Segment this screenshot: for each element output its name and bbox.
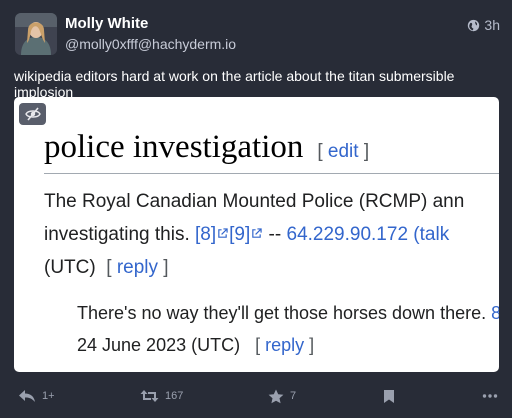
status-timestamp[interactable]: 3h bbox=[467, 17, 500, 33]
bracket-close: ] bbox=[309, 335, 315, 355]
bookmark-icon bbox=[384, 389, 394, 403]
reply-link-2: reply bbox=[265, 335, 305, 355]
dash: -- bbox=[263, 224, 287, 245]
external-link-icon bbox=[218, 228, 228, 238]
status-action-bar: 1+ 167 7 bbox=[0, 382, 512, 410]
ref-8: [8] bbox=[195, 224, 217, 245]
bracket-open: [ bbox=[317, 141, 323, 162]
bracket-open: [ bbox=[106, 257, 112, 278]
author-handle[interactable]: @molly0xfff@hachyderm.io bbox=[65, 36, 236, 52]
wiki-line-2: investigating this. [8] [9] -- 64.229.90.… bbox=[44, 218, 464, 251]
boost-count: 167 bbox=[165, 390, 184, 402]
more-options-button[interactable] bbox=[482, 382, 498, 410]
bookmark-button[interactable] bbox=[383, 382, 395, 410]
wiki-edit-link: [ edit ] bbox=[317, 141, 369, 162]
utc-text: (UTC) bbox=[44, 257, 96, 278]
boost-button[interactable]: 167 bbox=[140, 382, 183, 410]
reply-text: There's no way they'll get those horses … bbox=[77, 303, 487, 323]
favourite-count: 7 bbox=[290, 390, 297, 402]
heading-rule bbox=[44, 173, 499, 174]
ref-9: [9] bbox=[229, 224, 251, 245]
avatar-image bbox=[15, 13, 57, 55]
talk-link: (talk bbox=[413, 224, 450, 245]
wiki-reply-comment: There's no way they'll get those horses … bbox=[77, 297, 499, 361]
avatar[interactable] bbox=[15, 13, 57, 55]
hide-media-button[interactable] bbox=[19, 103, 46, 125]
bracket-close: ] bbox=[363, 141, 370, 162]
reply-button[interactable]: 1+ bbox=[18, 382, 55, 410]
reply-icon bbox=[19, 390, 35, 402]
status-content: wikipedia editors hard at work on the ar… bbox=[14, 68, 455, 100]
favourite-button[interactable]: 7 bbox=[268, 382, 296, 410]
edit-label: edit bbox=[327, 141, 359, 162]
star-icon bbox=[268, 389, 284, 403]
reply-link: reply bbox=[116, 257, 159, 278]
bracket-close: ] bbox=[163, 257, 169, 278]
timestamp-label: 3h bbox=[484, 17, 500, 33]
reply-user-link: 86 bbox=[491, 303, 499, 323]
ip-link: 64.229.90.172 bbox=[286, 224, 409, 245]
external-link-icon bbox=[252, 228, 262, 238]
reply-count: 1+ bbox=[42, 390, 55, 402]
wiki-heading-text: police investigation bbox=[44, 129, 304, 165]
media-attachment[interactable]: police investigation [ edit ] The Royal C… bbox=[14, 97, 499, 372]
status: Molly White @molly0xfff@hachyderm.io 3h … bbox=[0, 0, 512, 418]
ellipsis-icon bbox=[482, 394, 498, 398]
globe-icon bbox=[468, 19, 480, 31]
reply-date: 24 June 2023 (UTC) bbox=[77, 335, 241, 355]
wiki-section-heading: police investigation [ edit ] bbox=[44, 129, 369, 166]
boost-icon bbox=[140, 390, 159, 402]
eye-slash-icon bbox=[24, 107, 41, 121]
bracket-open: [ bbox=[255, 335, 261, 355]
wiki-paragraph: The Royal Canadian Mounted Police (RCMP)… bbox=[44, 185, 464, 284]
reply-line-1: There's no way they'll get those horses … bbox=[77, 297, 499, 329]
wiki-line-1: The Royal Canadian Mounted Police (RCMP)… bbox=[44, 191, 465, 212]
author-display-name[interactable]: Molly White bbox=[65, 15, 148, 32]
line2-text: investigating this. bbox=[44, 224, 190, 245]
wiki-line-3: (UTC) [ reply ] bbox=[44, 251, 464, 284]
reply-line-2: 24 June 2023 (UTC) [ reply ] bbox=[77, 329, 499, 361]
